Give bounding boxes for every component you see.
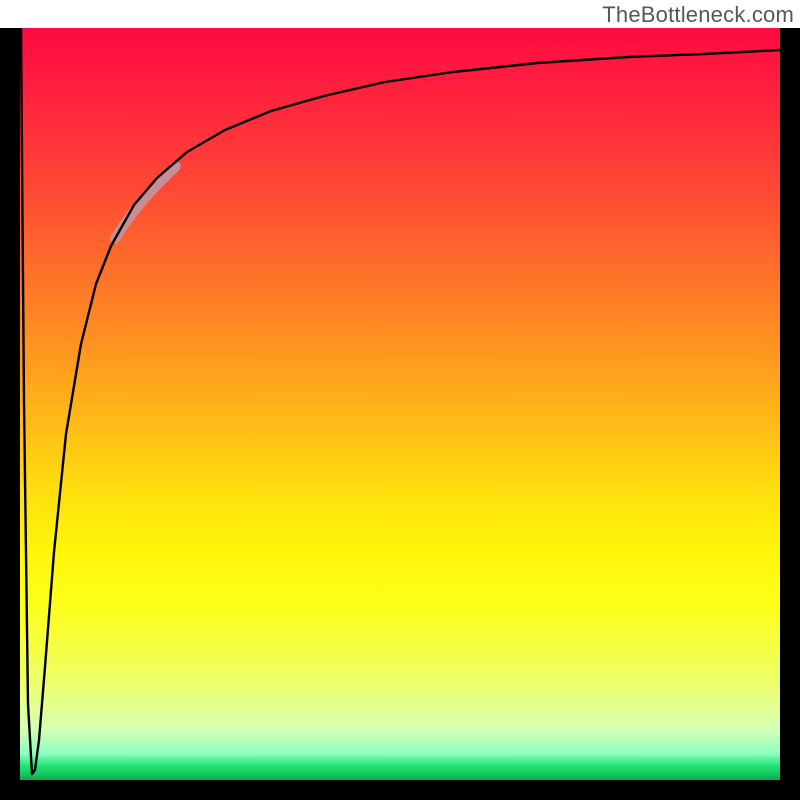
- highlight-segment: [115, 166, 176, 238]
- curve-svg: [20, 28, 780, 780]
- plot-area: [20, 28, 780, 780]
- main-curve: [21, 28, 780, 774]
- plot-frame: [0, 28, 800, 800]
- watermark-text: TheBottleneck.com: [602, 2, 794, 28]
- chart-container: TheBottleneck.com: [0, 0, 800, 800]
